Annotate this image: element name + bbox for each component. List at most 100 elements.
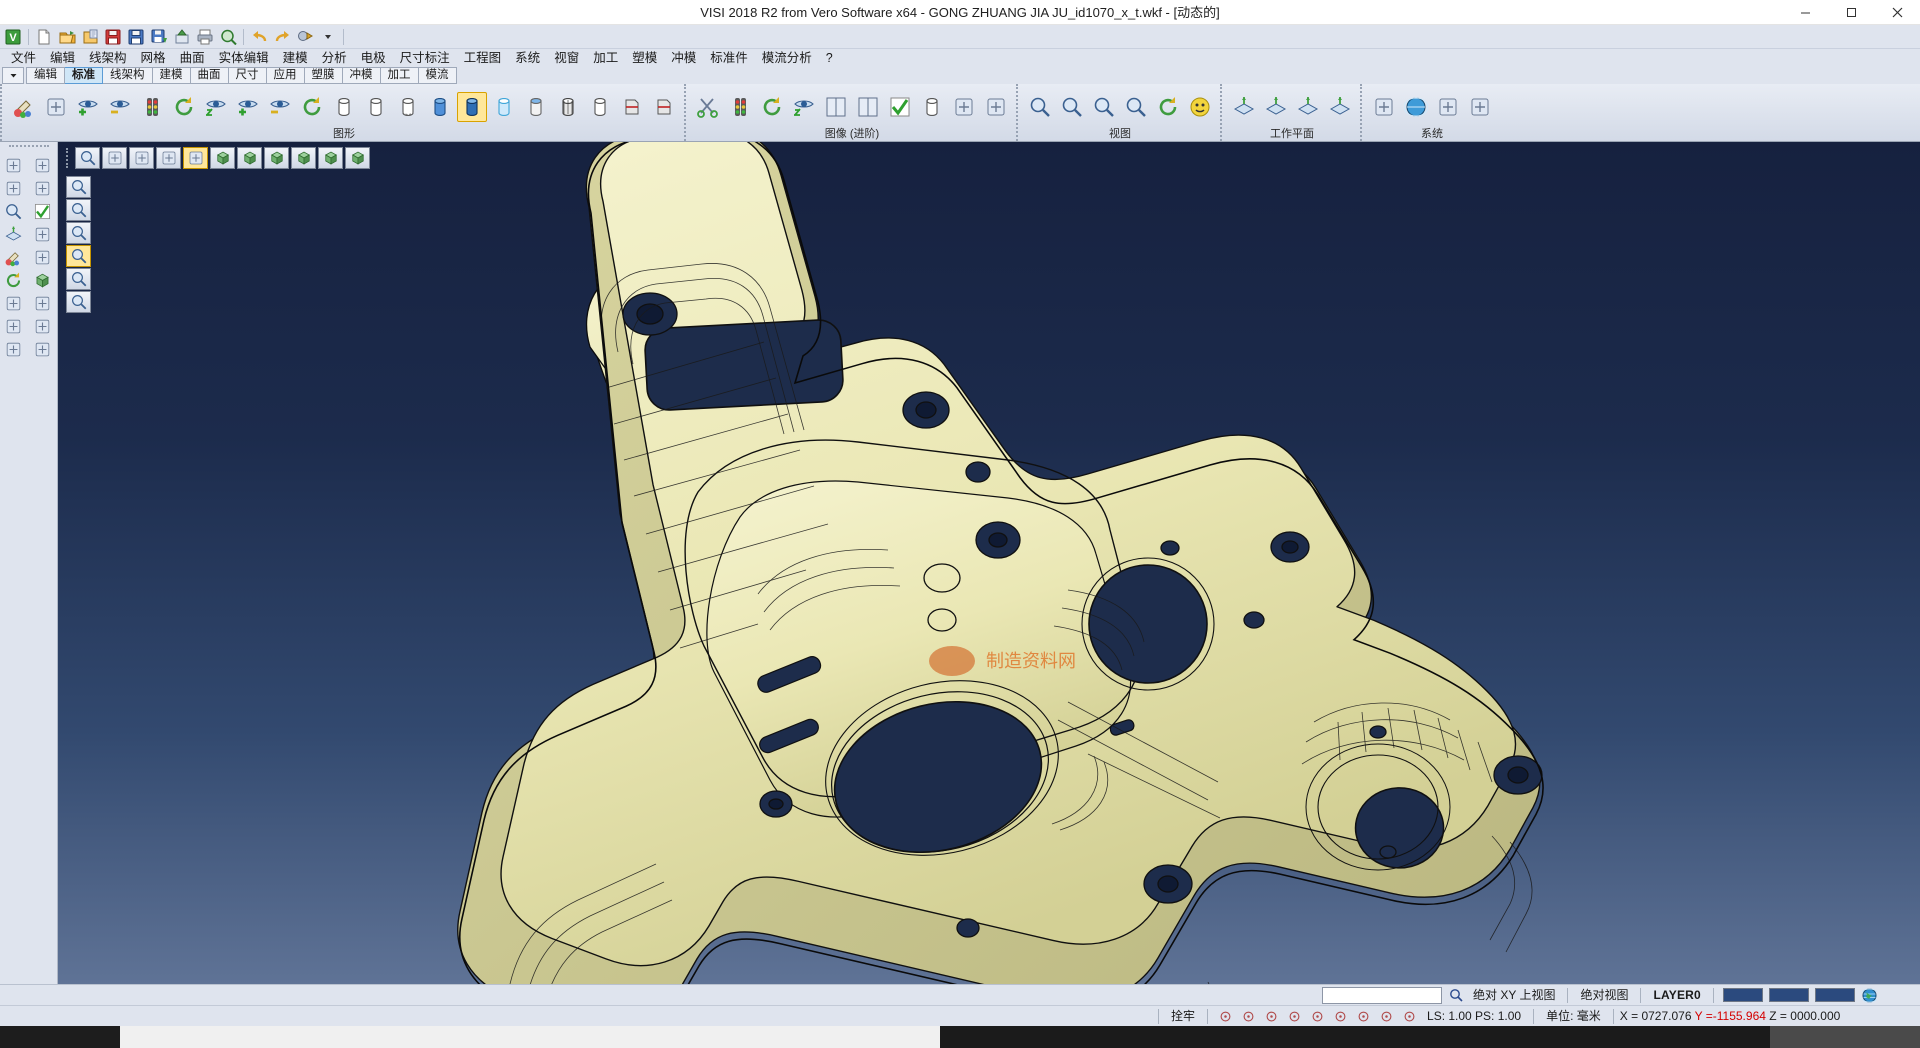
traffic-light-adv-icon[interactable] (725, 92, 755, 122)
section-cyl-icon[interactable] (585, 92, 615, 122)
ribbon-tab-10[interactable]: 模流 (419, 67, 457, 84)
snap-plane-icon[interactable] (1399, 1007, 1420, 1026)
ribbon-tab-9[interactable]: 加工 (381, 67, 419, 84)
snap-arc-icon[interactable] (1353, 1007, 1374, 1026)
ribbon-tab-5[interactable]: 尺寸 (229, 67, 267, 84)
shade-edges-cyl-icon[interactable] (457, 92, 487, 122)
refresh-regen-icon[interactable] (169, 92, 199, 122)
qat-dropdown-icon[interactable] (317, 26, 339, 48)
shaded-view-icon[interactable] (183, 147, 208, 169)
snap-help-icon[interactable] (1284, 1007, 1305, 1026)
cylinder-clear-icon[interactable] (917, 92, 947, 122)
show-toggle-adv-icon[interactable] (789, 92, 819, 122)
snap-solid-icon[interactable] (1330, 1007, 1351, 1026)
window-tile-icon[interactable] (29, 246, 56, 268)
ribbon-tab-4[interactable]: 曲面 (191, 67, 229, 84)
iso-view-4-icon[interactable] (291, 147, 316, 169)
iso-view-5-icon[interactable] (318, 147, 343, 169)
magnifier-icon[interactable] (1445, 986, 1466, 1005)
globe-icon[interactable] (1859, 986, 1880, 1005)
taskbar-tray[interactable] (1770, 1026, 1920, 1048)
ribbon-tab-8[interactable]: 冲模 (343, 67, 381, 84)
maximize-button[interactable] (1828, 0, 1874, 25)
menu-item-14[interactable]: 塑模 (625, 49, 664, 67)
snap-mid-icon[interactable] (1376, 1007, 1397, 1026)
refresh-adv-icon[interactable] (757, 92, 787, 122)
new-file-icon[interactable] (33, 26, 55, 48)
save-all-icon[interactable] (148, 26, 170, 48)
ribbon-tab-3[interactable]: 建模 (153, 67, 191, 84)
dimension-icon[interactable] (29, 292, 56, 314)
solid-cube-icon[interactable] (29, 269, 56, 291)
customize-icon[interactable] (294, 26, 316, 48)
workplane-align-icon[interactable] (1293, 92, 1323, 122)
open-recent-icon[interactable] (79, 26, 101, 48)
wireframe-draw-icon[interactable] (29, 154, 56, 176)
menu-item-3[interactable]: 网格 (134, 49, 173, 67)
help-icon[interactable] (0, 292, 27, 314)
zoom-window-icon[interactable] (1025, 92, 1055, 122)
workplane-axes-icon[interactable] (0, 223, 27, 245)
hide-minus-icon[interactable] (265, 92, 295, 122)
system-macro-icon[interactable] (1465, 92, 1495, 122)
redo-icon[interactable] (271, 26, 293, 48)
snap-point-icon[interactable] (1307, 1007, 1328, 1026)
shade-cyl-icon[interactable] (425, 92, 455, 122)
print-icon[interactable] (194, 26, 216, 48)
snap-grid-icon[interactable] (1261, 1007, 1282, 1026)
save-icon[interactable] (102, 26, 124, 48)
hidden-dashed-cyl-icon[interactable] (393, 92, 423, 122)
taskbar-start[interactable] (0, 1026, 120, 1048)
flat-shade-cyl-icon[interactable] (521, 92, 551, 122)
open-file-icon[interactable] (29, 338, 56, 360)
mesh-view-icon[interactable] (949, 92, 979, 122)
menu-item-16[interactable]: 标准件 (703, 49, 755, 67)
menu-item-6[interactable]: 建模 (276, 49, 315, 67)
hidden-line-view-icon[interactable] (129, 147, 154, 169)
workplane-list-icon[interactable] (1325, 92, 1355, 122)
dynamic-section-icon[interactable] (617, 92, 647, 122)
snap-magic-icon[interactable] (1238, 1007, 1259, 1026)
rotate-dynamic-icon[interactable] (1153, 92, 1183, 122)
system-calc-icon[interactable] (1433, 92, 1463, 122)
snap-circle-icon[interactable] (1215, 1007, 1236, 1026)
transparent-cyl-icon[interactable] (489, 92, 519, 122)
surface-boundary-icon[interactable] (0, 177, 27, 199)
shade-blue-icon[interactable] (981, 92, 1011, 122)
panel-wire-icon[interactable] (66, 199, 91, 221)
view-smiley-icon[interactable] (1185, 92, 1215, 122)
system-globe-icon[interactable] (1401, 92, 1431, 122)
menu-item-5[interactable]: 实体编辑 (212, 49, 276, 67)
mesh-cyl-icon[interactable] (553, 92, 583, 122)
view-render-icon[interactable] (41, 92, 71, 122)
menu-item-12[interactable]: 视窗 (547, 49, 586, 67)
helm-settings-icon[interactable] (0, 338, 27, 360)
curve-edit-icon[interactable] (29, 223, 56, 245)
iso-view-1-icon[interactable] (210, 147, 235, 169)
menu-item-4[interactable]: 曲面 (173, 49, 212, 67)
viewport-toolbar-grip[interactable] (66, 148, 71, 168)
iso-view-3-icon[interactable] (264, 147, 289, 169)
undo-icon[interactable] (248, 26, 270, 48)
export-icon[interactable] (171, 26, 193, 48)
ribbon-tab-1[interactable]: 标准 (65, 67, 103, 84)
open-folder-icon[interactable] (56, 26, 78, 48)
close-button[interactable] (1874, 0, 1920, 25)
panel-hidden-icon[interactable] (66, 222, 91, 244)
hidden-dashed-view-icon[interactable] (156, 147, 181, 169)
color-swatch-1[interactable] (1723, 988, 1763, 1002)
workplane-origin-icon[interactable] (1261, 92, 1291, 122)
show-add-icon[interactable] (73, 92, 103, 122)
taskbar-items[interactable] (940, 1026, 1770, 1048)
iso-view-6-icon[interactable] (345, 147, 370, 169)
hide-remove-icon[interactable] (105, 92, 135, 122)
menu-item-15[interactable]: 冲模 (664, 49, 703, 67)
menu-item-2[interactable]: 线架构 (82, 49, 134, 67)
menu-item-18[interactable]: ? (819, 49, 840, 67)
ribbon-tab-7[interactable]: 塑膜 (305, 67, 343, 84)
analysis-measure-icon[interactable] (0, 154, 27, 176)
cad-model-3d[interactable]: 制造资料网 x y z (58, 142, 1918, 984)
layer-name-label[interactable]: LAYER0 (1647, 988, 1706, 1002)
panel-shaded-icon[interactable] (66, 245, 91, 267)
palette-grip[interactable] (9, 145, 49, 151)
